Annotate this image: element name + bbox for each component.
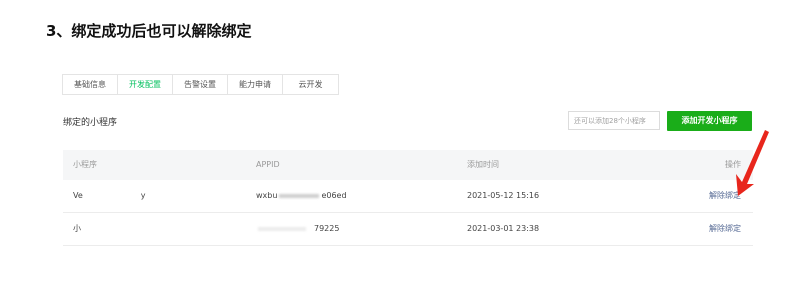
appid-start: wxbu — [256, 191, 278, 200]
table-row: 小 79225 2021-03-01 23:38 解除绑定 — [63, 213, 753, 246]
appid-end: 79225 — [314, 224, 340, 233]
row-appid: 79225 — [256, 213, 339, 245]
header-time: 添加时间 — [467, 160, 499, 169]
red-arrow-icon — [736, 130, 769, 196]
row-time: 2021-05-12 15:16 — [467, 191, 540, 200]
search-input[interactable] — [568, 111, 660, 130]
section-title: 绑定的小程序 — [63, 118, 118, 128]
table-header: 小程序 APPID 添加时间 操作 — [63, 150, 753, 180]
row-time: 2021-03-01 23:38 — [467, 224, 540, 233]
appid-end: e06ed — [321, 191, 347, 200]
settings-tabs: 基础信息 开发配置 告警设置 能力申请 云开发 — [62, 74, 339, 95]
table-row: Ve y wxbu e06ed 2021-05-12 15:16 解除绑定 — [63, 180, 753, 213]
name-start: Ve — [73, 191, 83, 200]
row-name: 小 — [73, 213, 81, 245]
name-end: y — [140, 191, 146, 200]
row-appid: wxbu e06ed — [256, 180, 347, 212]
redacted-blur — [258, 226, 306, 231]
page: 3、绑定成功后也可以解除绑定 基础信息 开发配置 告警设置 能力申请 云开发 绑… — [0, 0, 809, 306]
name-start: 小 — [73, 224, 81, 233]
tab-cloud-dev[interactable]: 云开发 — [283, 75, 338, 94]
header-appid: APPID — [256, 160, 280, 169]
tab-basic-info[interactable]: 基础信息 — [63, 75, 118, 94]
page-heading: 3、绑定成功后也可以解除绑定 — [46, 22, 252, 40]
header-name: 小程序 — [73, 160, 97, 169]
unbind-link[interactable]: 解除绑定 — [709, 213, 741, 245]
tab-alert-settings[interactable]: 告警设置 — [173, 75, 228, 94]
redacted-blur — [279, 193, 320, 198]
tab-capability-apply[interactable]: 能力申请 — [228, 75, 283, 94]
tab-dev-config[interactable]: 开发配置 — [118, 75, 173, 94]
bound-mini-programs-table: 小程序 APPID 添加时间 操作 Ve y wxbu e06ed 2021-05-… — [63, 150, 753, 246]
row-name: Ve y — [73, 180, 146, 212]
